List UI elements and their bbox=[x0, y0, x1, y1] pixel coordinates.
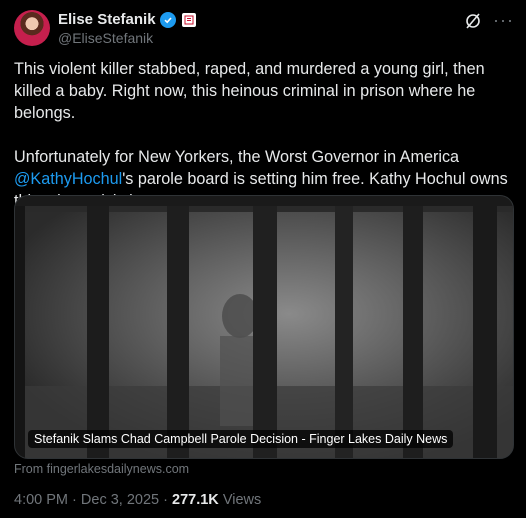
link-source[interactable]: From fingerlakesdailynews.com bbox=[14, 462, 189, 476]
views-count: 277.1K bbox=[172, 492, 219, 508]
more-options-icon[interactable]: ··· bbox=[493, 10, 514, 31]
tweet-time[interactable]: 4:00 PM bbox=[14, 492, 68, 508]
author-name[interactable]: Elise Stefanik bbox=[58, 11, 156, 28]
verified-badge-icon[interactable] bbox=[159, 11, 176, 28]
tweet-header: Elise Stefanik @EliseStefanik ··· bbox=[14, 8, 514, 48]
tweet-paragraph-1: This violent killer stabbed, raped, and … bbox=[14, 60, 485, 122]
link-card-image[interactable]: Stefanik Slams Chad Campbell Parole Deci… bbox=[14, 195, 514, 459]
tweet-meta: 4:00 PM · Dec 3, 2025 · 277.1K Views bbox=[14, 492, 261, 508]
link-card-caption[interactable]: Stefanik Slams Chad Campbell Parole Deci… bbox=[28, 430, 454, 448]
meta-separator: · bbox=[72, 492, 77, 508]
views-label: Views bbox=[222, 492, 262, 508]
government-label-icon[interactable] bbox=[181, 12, 196, 27]
meta-separator: · bbox=[163, 492, 168, 508]
tweet-date[interactable]: Dec 3, 2025 bbox=[81, 492, 159, 508]
avatar[interactable] bbox=[14, 10, 50, 46]
author-name-row[interactable]: Elise Stefanik bbox=[58, 11, 196, 28]
mention-link[interactable]: @KathyHochul bbox=[14, 170, 122, 188]
tweet-text-segment: Unfortunately for New Yorkers, the Worst… bbox=[14, 148, 460, 166]
author-handle[interactable]: @EliseStefanik bbox=[58, 30, 153, 46]
prison-bars-image bbox=[15, 196, 513, 458]
grok-icon[interactable] bbox=[464, 12, 482, 30]
